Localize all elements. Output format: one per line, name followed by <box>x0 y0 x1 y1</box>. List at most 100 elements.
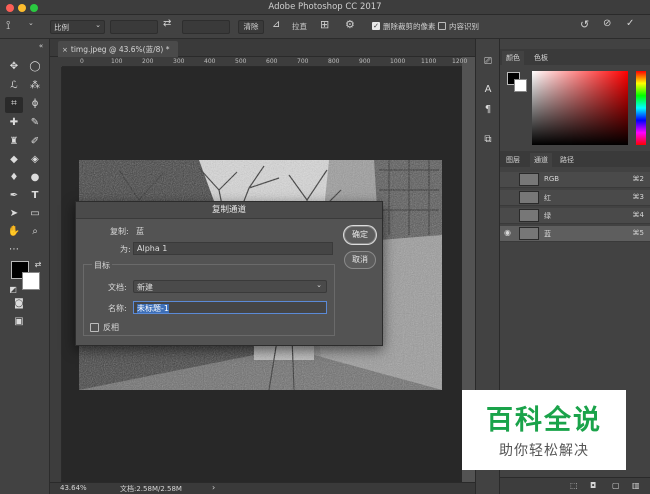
blur-tool-icon[interactable]: ♦ <box>7 171 21 185</box>
channel-name: 红 <box>544 194 551 202</box>
straighten-icon[interactable]: ⊿ <box>272 19 280 30</box>
brush-tool-icon[interactable]: ✎ <box>28 116 42 130</box>
type-tool-icon[interactable]: T <box>28 189 42 203</box>
marquee-tool-icon[interactable]: ◯ <box>28 60 42 74</box>
ruler-tick-label: 100 <box>111 58 123 65</box>
name-field[interactable]: 未标题-1 <box>133 301 327 314</box>
status-bar: 43.64% 文档:2.58M/2.58M › <box>50 482 500 494</box>
color-field[interactable] <box>532 71 628 145</box>
save-selection-icon[interactable]: ◘ <box>590 481 596 490</box>
history-panel-icon[interactable]: ⎚ <box>481 55 495 69</box>
hue-slider[interactable] <box>636 71 646 145</box>
cancel-crop-icon[interactable]: ⊘ <box>603 18 611 29</box>
channel-row[interactable]: 绿 ⌘4 <box>500 208 650 224</box>
copy-value: 蓝 <box>136 227 144 236</box>
app-title: Adobe Photoshop CC 2017 <box>268 2 382 12</box>
cancel-button[interactable]: 取消 <box>344 251 376 269</box>
content-aware-checkbox[interactable] <box>438 22 446 30</box>
chevron-down-icon[interactable]: ⌄ <box>28 19 34 27</box>
ruler-tick-label: 200 <box>142 58 154 65</box>
gear-icon[interactable]: ⚙ <box>345 18 355 31</box>
tools-panel: « ✥ ◯ ℒ ⁂ ⌗ ϕ ✚ ✎ ♜ ✐ ◆ ◈ ♦ ● ✒ T ➤ ▭ ✋ … <box>0 39 50 494</box>
screen-mode-icon[interactable]: ▣ <box>12 315 26 329</box>
load-selection-icon[interactable]: ⬚ <box>570 481 578 490</box>
healing-brush-tool-icon[interactable]: ✚ <box>7 116 21 130</box>
eraser-tool-icon[interactable]: ◆ <box>7 153 21 167</box>
ratio-height-field[interactable] <box>182 20 230 34</box>
dodge-tool-icon[interactable]: ● <box>28 171 42 185</box>
swap-ratio-icon[interactable]: ⇄ <box>163 18 171 29</box>
ruler-tick-label: 1100 <box>421 58 437 65</box>
reset-icon[interactable]: ↺ <box>580 18 589 31</box>
content-aware-label: 内容识别 <box>449 22 479 31</box>
zoom-tool-icon[interactable]: ⌕ <box>28 225 42 239</box>
watermark-title: 百科全说 <box>486 405 602 436</box>
ratio-select[interactable]: 比例 ⌄ <box>50 20 105 34</box>
tab-channels[interactable]: 通道 <box>530 153 552 167</box>
pen-tool-icon[interactable]: ✒ <box>7 189 21 203</box>
channel-thumbnail <box>519 173 539 186</box>
ratio-width-field[interactable] <box>110 20 158 34</box>
copy-label: 复制: <box>110 227 129 236</box>
crop-tool-icon[interactable]: ⌗ <box>5 97 23 113</box>
channel-row[interactable]: RGB ⌘2 <box>500 172 650 188</box>
cancel-button-label: 取消 <box>352 255 368 264</box>
paragraph-panel-icon[interactable]: ¶ <box>481 103 495 117</box>
as-field-value: Alpha 1 <box>137 244 168 253</box>
ok-button[interactable]: 确定 <box>344 226 376 244</box>
ruler-tick-label: 400 <box>204 58 216 65</box>
magic-wand-tool-icon[interactable]: ⁂ <box>28 79 42 93</box>
background-color-swatch[interactable] <box>22 272 40 290</box>
name-label: 名称: <box>108 304 127 313</box>
straighten-button[interactable]: 拉直 <box>292 21 307 32</box>
default-colors-icon[interactable]: ◩ <box>6 283 20 297</box>
channel-thumbnail <box>519 191 539 204</box>
tab-color[interactable]: 颜色 <box>502 51 524 65</box>
document-label: 文档: <box>108 283 127 292</box>
zoom-level[interactable]: 43.64% <box>60 484 87 492</box>
document-tab-label: timg.jpeg @ 43.6%(蓝/8) * <box>70 45 170 54</box>
crop-tool-preset-icon[interactable]: ⟟ <box>6 18 10 33</box>
as-field[interactable]: Alpha 1 <box>133 242 333 255</box>
tab-swatches[interactable]: 色板 <box>530 51 552 65</box>
tab-paths[interactable]: 路径 <box>556 153 578 167</box>
eye-icon[interactable]: ◉ <box>504 228 511 237</box>
as-label: 为: <box>120 245 131 254</box>
swap-colors-icon[interactable]: ⇄ <box>31 258 45 272</box>
clear-button[interactable]: 清除 <box>238 20 264 34</box>
history-brush-tool-icon[interactable]: ✐ <box>28 135 42 149</box>
delete-cropped-label: 删除裁剪的像素 <box>383 22 436 31</box>
path-selection-tool-icon[interactable]: ➤ <box>7 207 21 221</box>
document-tab-bar: × timg.jpeg @ 43.6%(蓝/8) * <box>50 39 475 57</box>
more-tools-icon[interactable]: ⋯ <box>7 243 21 257</box>
document-tab[interactable]: × timg.jpeg @ 43.6%(蓝/8) * <box>58 41 178 57</box>
title-bar: Adobe Photoshop CC 2017 <box>0 0 650 15</box>
lasso-tool-icon[interactable]: ℒ <box>7 79 21 93</box>
trash-icon[interactable]: ▥ <box>632 481 640 490</box>
close-tab-icon[interactable]: × <box>62 46 68 54</box>
channel-row-selected[interactable]: ◉ 蓝 ⌘5 <box>500 226 650 242</box>
collapse-panel-icon[interactable]: « <box>34 39 48 53</box>
tab-layers[interactable]: 图层 <box>502 153 524 167</box>
clone-stamp-tool-icon[interactable]: ♜ <box>7 135 21 149</box>
hand-tool-icon[interactable]: ✋ <box>7 225 21 239</box>
paint-bucket-tool-icon[interactable]: ◈ <box>28 153 42 167</box>
move-tool-icon[interactable]: ✥ <box>7 60 21 74</box>
delete-cropped-checkbox[interactable]: ✓ <box>372 22 380 30</box>
invert-checkbox[interactable] <box>90 323 99 332</box>
ruler-tick-label: 600 <box>266 58 278 65</box>
panel-background-swatch[interactable] <box>514 79 527 92</box>
character-panel-icon[interactable]: A <box>481 83 495 97</box>
new-channel-icon[interactable]: ▢ <box>612 481 620 490</box>
ruler-tick-label: 700 <box>297 58 309 65</box>
channel-row[interactable]: 红 ⌘3 <box>500 190 650 206</box>
rectangle-tool-icon[interactable]: ▭ <box>28 207 42 221</box>
quick-mask-icon[interactable]: ◙ <box>12 297 26 311</box>
status-menu-arrow-icon[interactable]: › <box>212 483 215 492</box>
adjustments-panel-icon[interactable]: ⧉ <box>481 133 495 147</box>
overlay-grid-icon[interactable]: ⊞ <box>320 18 329 31</box>
eyedropper-tool-icon[interactable]: ϕ <box>28 97 42 111</box>
commit-crop-icon[interactable]: ✓ <box>626 18 634 29</box>
document-select[interactable]: 新建 ⌄ <box>133 280 327 293</box>
ruler-tick-label: 800 <box>328 58 340 65</box>
